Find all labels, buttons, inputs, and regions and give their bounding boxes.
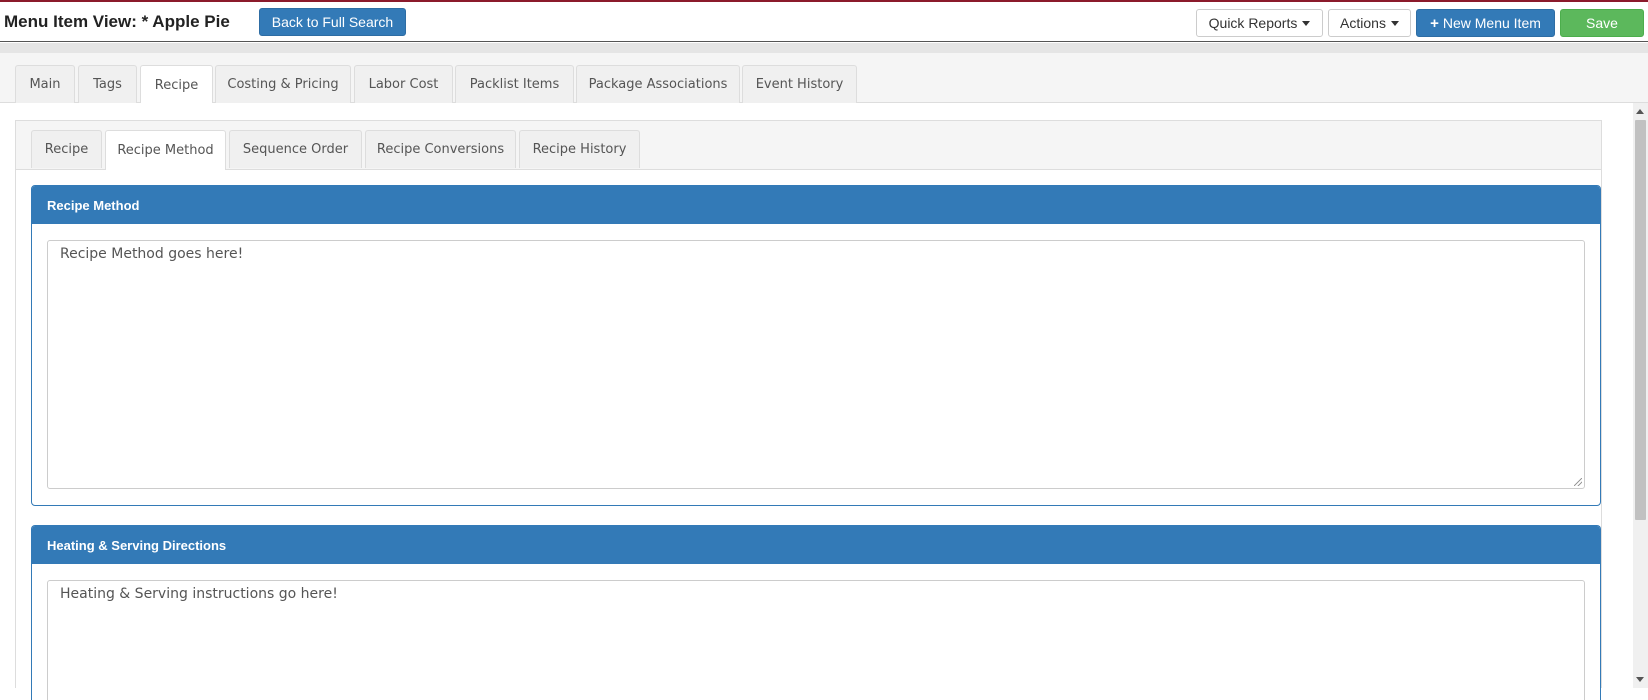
- subtab-recipe-history[interactable]: Recipe History: [519, 130, 640, 168]
- heating-serving-text: Heating & Serving instructions go here!: [60, 586, 338, 602]
- header-bar: Menu Item View: * Apple Pie Back to Full…: [0, 2, 1648, 42]
- caret-down-icon: [1390, 20, 1399, 26]
- recipe-method-heading: Recipe Method: [32, 186, 1600, 224]
- header-divider-band: [0, 43, 1648, 53]
- vertical-scrollbar[interactable]: [1633, 103, 1648, 688]
- heating-serving-heading: Heating & Serving Directions: [32, 526, 1600, 564]
- recipe-tabs-bar: Recipe Recipe Method Sequence Order Reci…: [16, 121, 1601, 170]
- main-tabs-bar: Main Tags Recipe Costing & Pricing Labor…: [0, 53, 1648, 105]
- tab-tags[interactable]: Tags: [78, 65, 137, 103]
- scroll-down-icon[interactable]: [1636, 677, 1644, 682]
- recipe-method-panel: Recipe Method Recipe Method goes here!: [31, 185, 1601, 506]
- plus-icon: +: [1430, 14, 1439, 32]
- heating-serving-textarea[interactable]: Heating & Serving instructions go here!: [47, 580, 1585, 700]
- tab-event-history[interactable]: Event History: [742, 65, 857, 103]
- tab-recipe[interactable]: Recipe: [140, 65, 213, 105]
- quick-reports-label: Quick Reports: [1208, 15, 1298, 31]
- back-to-search-button[interactable]: Back to Full Search: [259, 8, 406, 36]
- scrollbar-thumb[interactable]: [1635, 120, 1646, 520]
- scroll-up-icon[interactable]: [1636, 109, 1644, 114]
- tab-main[interactable]: Main: [15, 65, 75, 103]
- subtab-recipe[interactable]: Recipe: [31, 130, 102, 168]
- tab-costing-pricing[interactable]: Costing & Pricing: [215, 65, 351, 103]
- quick-reports-button[interactable]: Quick Reports: [1196, 9, 1323, 37]
- subtab-recipe-conversions[interactable]: Recipe Conversions: [365, 130, 516, 168]
- actions-label: Actions: [1340, 15, 1386, 31]
- caret-down-icon: [1302, 20, 1311, 26]
- actions-button[interactable]: Actions: [1328, 9, 1411, 37]
- recipe-method-textarea[interactable]: Recipe Method goes here!: [47, 240, 1585, 489]
- new-menu-item-label: New Menu Item: [1442, 15, 1541, 31]
- subtab-recipe-method[interactable]: Recipe Method: [105, 130, 226, 170]
- new-menu-item-button[interactable]: + New Menu Item: [1416, 9, 1555, 37]
- tab-packlist-items[interactable]: Packlist Items: [455, 65, 574, 103]
- subtab-sequence-order[interactable]: Sequence Order: [229, 130, 362, 168]
- save-button[interactable]: Save: [1560, 9, 1644, 37]
- heating-serving-panel: Heating & Serving Directions Heating & S…: [31, 525, 1601, 700]
- tab-labor-cost[interactable]: Labor Cost: [354, 65, 453, 103]
- page-title: Menu Item View: * Apple Pie: [4, 12, 230, 31]
- recipe-method-text: Recipe Method goes here!: [60, 246, 244, 262]
- resize-handle-icon[interactable]: [1574, 478, 1582, 486]
- tab-package-associations[interactable]: Package Associations: [576, 65, 740, 103]
